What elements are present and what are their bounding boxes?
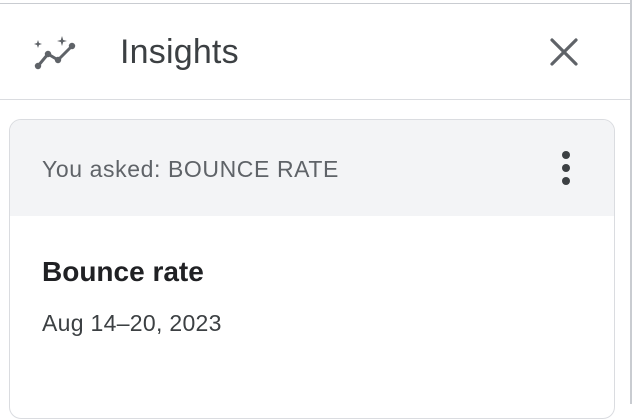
more-vert-icon (550, 151, 582, 192)
asked-query-label: You asked: BOUNCE RATE (42, 156, 339, 182)
card-header: You asked: BOUNCE RATE (10, 120, 614, 216)
close-icon (549, 37, 579, 72)
date-range: Aug 14–20, 2023 (42, 310, 222, 336)
close-button[interactable] (542, 32, 586, 76)
metric-title: Bounce rate (42, 256, 204, 287)
insight-card: You asked: BOUNCE RATE Bounce rate Aug 1… (9, 119, 615, 419)
more-options-button[interactable] (550, 148, 582, 188)
insights-header: Insights (0, 4, 630, 100)
panel-title: Insights (120, 33, 239, 71)
insights-icon (32, 34, 80, 74)
